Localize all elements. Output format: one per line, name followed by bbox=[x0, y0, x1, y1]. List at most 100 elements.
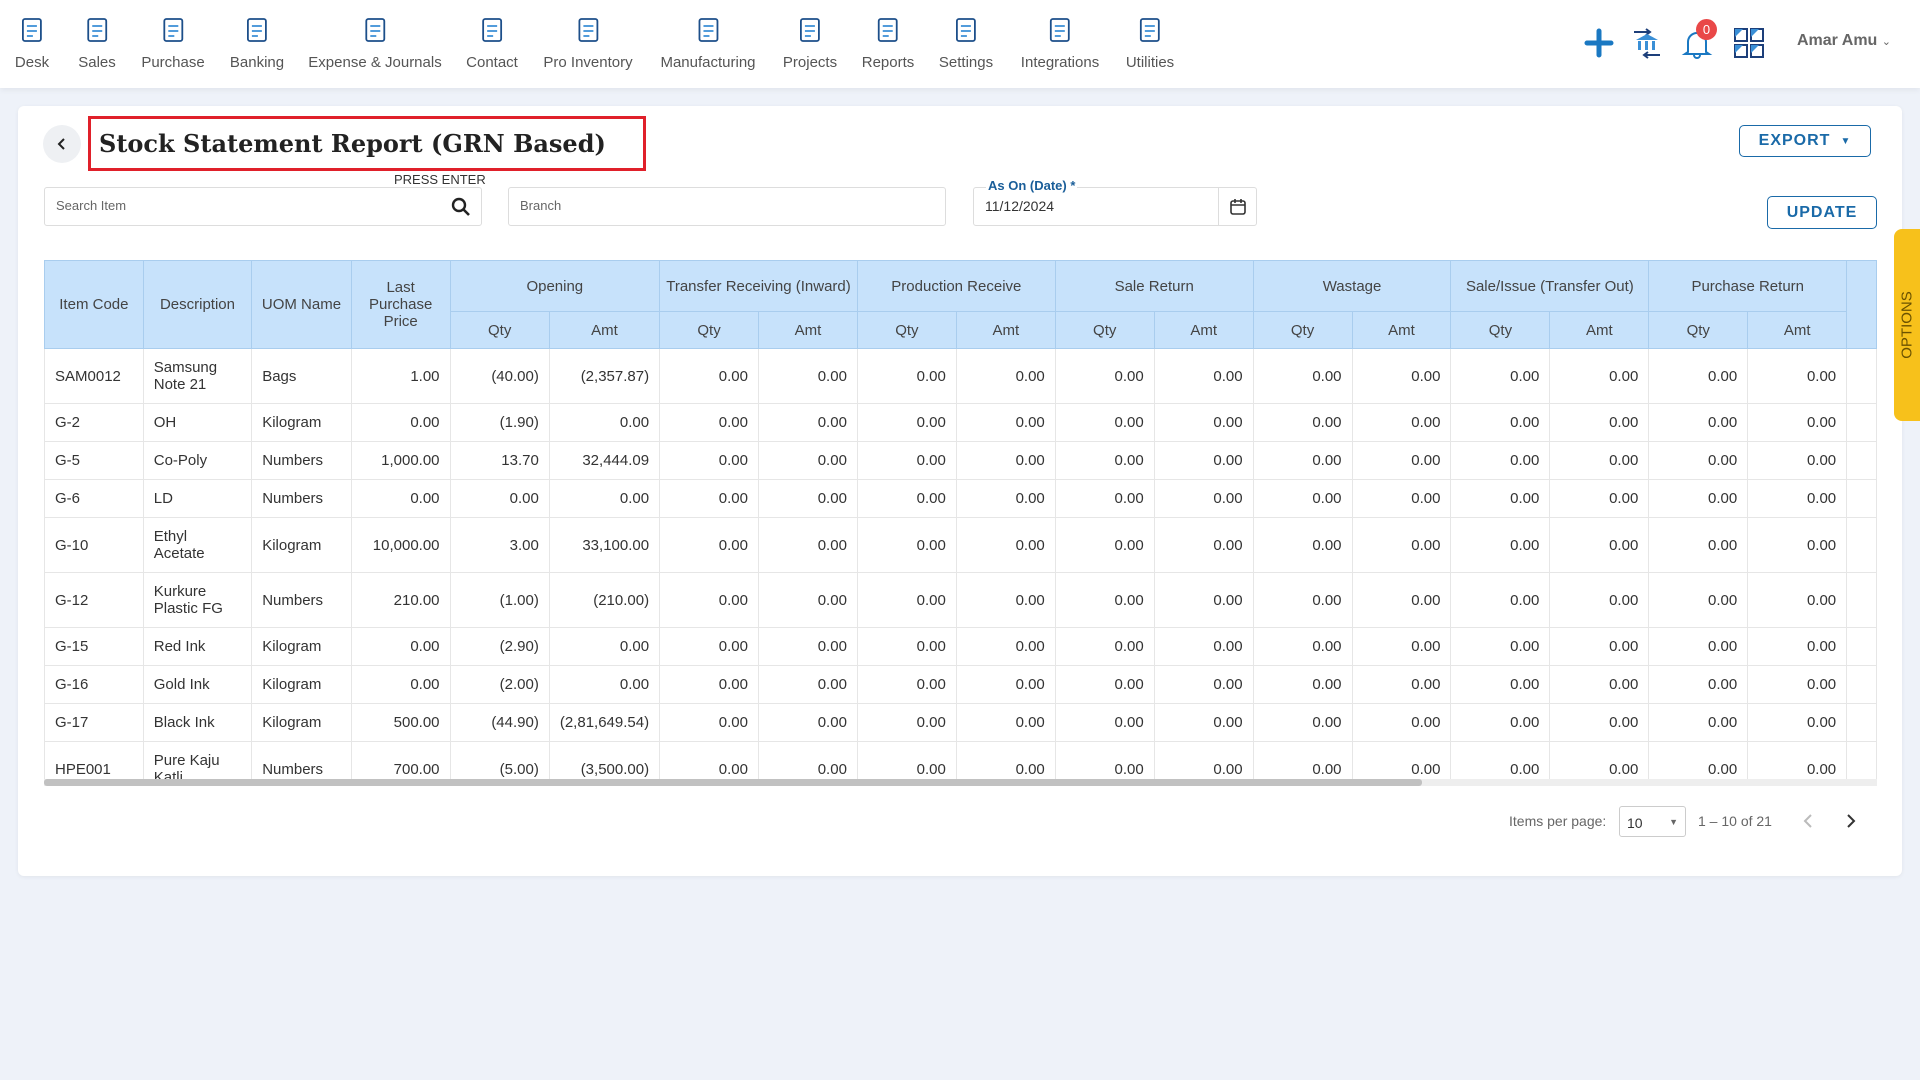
table-cell: G-17 bbox=[44, 703, 144, 742]
utilities-icon bbox=[1140, 18, 1160, 42]
table-cell: 0.00 bbox=[1450, 517, 1551, 573]
back-button[interactable] bbox=[43, 125, 81, 163]
nav-item-settings[interactable]: Settings bbox=[939, 16, 993, 71]
nav-item-contact[interactable]: Contact bbox=[466, 16, 518, 71]
nav-item-projects[interactable]: Projects bbox=[783, 16, 837, 71]
nav-item-label: Contact bbox=[466, 54, 518, 71]
table-cell: 0.00 bbox=[955, 348, 1056, 404]
table-cell: 0.00 bbox=[1054, 572, 1155, 628]
options-tab[interactable]: OPTIONS bbox=[1894, 229, 1920, 421]
column-header: Description bbox=[142, 260, 253, 349]
table-cell: Kurkure Plastic FG bbox=[142, 572, 253, 628]
table-row: G-5 Co-Poly Numbers 1,000.00 13.70 32,444.09 0… bbox=[44, 441, 1877, 480]
table-cell: G-10 bbox=[44, 517, 144, 573]
table-cell: 0.00 bbox=[1747, 665, 1848, 704]
table-cell bbox=[1846, 479, 1877, 518]
nav-item-expense-journals[interactable]: Expense & Journals bbox=[308, 16, 442, 71]
sub-header: Amt bbox=[1351, 311, 1452, 349]
table-cell: 0.00 bbox=[1351, 572, 1452, 628]
table-cell: 0.00 bbox=[1648, 703, 1749, 742]
table-row: G-10 Ethyl Acetate Kilogram 10,000.00 3.00 33… bbox=[44, 517, 1877, 573]
horizontal-scrollbar[interactable] bbox=[44, 779, 1877, 786]
table-cell: Ethyl Acetate bbox=[142, 517, 253, 573]
search-icon[interactable] bbox=[451, 197, 471, 217]
table-cell: 0.00 bbox=[1252, 665, 1353, 704]
sub-header: Amt bbox=[955, 311, 1056, 349]
nav-item-label: Purchase bbox=[141, 54, 205, 71]
plus-icon[interactable] bbox=[1582, 26, 1616, 60]
column-header: UOM Name bbox=[251, 260, 352, 349]
per-page-value: 10 bbox=[1627, 815, 1643, 831]
group-header: Opening bbox=[449, 260, 661, 312]
sub-header: Qty bbox=[1054, 311, 1155, 349]
table-row: G-17 Black Ink Kilogram 500.00 (44.90) (2,81,… bbox=[44, 703, 1877, 742]
prev-page-button[interactable] bbox=[1800, 813, 1816, 829]
table-cell: 0.00 bbox=[548, 627, 661, 666]
table-cell: 0.00 bbox=[1549, 572, 1650, 628]
table-cell: 0.00 bbox=[659, 517, 759, 573]
table-cell: 1.00 bbox=[350, 348, 451, 404]
branch-select[interactable]: Branch bbox=[508, 187, 946, 226]
table-cell: (2.00) bbox=[449, 665, 550, 704]
nav-item-integrations[interactable]: Integrations bbox=[1021, 16, 1099, 71]
table-cell: G-5 bbox=[44, 441, 144, 480]
caret-down-icon: ▼ bbox=[1669, 817, 1678, 827]
nav-item-label: Settings bbox=[938, 54, 994, 71]
table-cell: 0.00 bbox=[1549, 517, 1650, 573]
page-range: 1 – 10 of 21 bbox=[1698, 813, 1772, 829]
next-page-button[interactable] bbox=[1843, 813, 1859, 829]
table-cell: Kilogram bbox=[251, 665, 352, 704]
nav-item-purchase[interactable]: Purchase bbox=[141, 16, 205, 71]
sub-header: Qty bbox=[1252, 311, 1353, 349]
table-cell: 0.00 bbox=[955, 479, 1056, 518]
table-cell: (2,357.87) bbox=[548, 348, 661, 404]
sub-header: Amt bbox=[758, 311, 858, 349]
sub-header: Qty bbox=[1648, 311, 1749, 349]
bank-transfer-icon[interactable] bbox=[1630, 26, 1664, 60]
nav-item-manufacturing[interactable]: Manufacturing bbox=[660, 16, 756, 71]
nav-item-pro-inventory[interactable]: Pro Inventory bbox=[543, 16, 633, 71]
table-cell: 0.00 bbox=[758, 441, 858, 480]
items-per-page-label: Items per page: bbox=[1509, 813, 1607, 829]
table-cell: LD bbox=[142, 479, 253, 518]
table-cell: 0.00 bbox=[1450, 479, 1551, 518]
table-cell: 0.00 bbox=[1153, 627, 1254, 666]
table-cell: Kilogram bbox=[251, 517, 352, 573]
journal-icon bbox=[365, 18, 385, 42]
press-enter-hint: PRESS ENTER bbox=[394, 172, 486, 187]
calendar-button[interactable] bbox=[1218, 188, 1256, 225]
chevron-down-icon: ⌄ bbox=[1881, 36, 1891, 48]
table-cell: 0.00 bbox=[1450, 627, 1551, 666]
table-cell: 0.00 bbox=[1252, 479, 1353, 518]
table-cell: 0.00 bbox=[1153, 703, 1254, 742]
nav-item-utilities[interactable]: Utilities bbox=[1126, 16, 1174, 71]
export-button[interactable]: EXPORT ▼ bbox=[1739, 125, 1871, 157]
nav-item-label: Manufacturing bbox=[660, 54, 756, 71]
group-header: Production Receive bbox=[856, 260, 1056, 312]
table-cell: 0.00 bbox=[1351, 627, 1452, 666]
nav-item-reports[interactable]: Reports bbox=[862, 16, 914, 71]
stock-statement-table: Item Code Description UOM Name Last Purchas… bbox=[44, 260, 1877, 786]
table-cell: 0.00 bbox=[955, 572, 1056, 628]
table-cell: 0.00 bbox=[659, 572, 759, 628]
nav-item-sales[interactable]: Sales bbox=[78, 16, 116, 71]
table-cell: 3.00 bbox=[449, 517, 550, 573]
table-cell: 0.00 bbox=[1054, 703, 1155, 742]
nav-item-banking[interactable]: Banking bbox=[230, 16, 284, 71]
update-button[interactable]: UPDATE bbox=[1767, 196, 1877, 229]
nav-item-desk[interactable]: Desk bbox=[15, 16, 49, 71]
apps-grid-icon[interactable] bbox=[1732, 26, 1766, 60]
table-cell: 0.00 bbox=[1450, 703, 1551, 742]
table-cell: 0.00 bbox=[548, 665, 661, 704]
scrollbar-thumb[interactable] bbox=[44, 779, 1422, 786]
table-cell: 0.00 bbox=[1648, 348, 1749, 404]
user-menu[interactable]: Amar Amu ⌄ bbox=[1797, 32, 1891, 50]
table-cell: 0.00 bbox=[856, 703, 957, 742]
search-input[interactable]: Search Item bbox=[44, 187, 482, 226]
user-name: Amar Amu bbox=[1797, 32, 1878, 49]
table-cell: 0.00 bbox=[856, 348, 957, 404]
items-per-page-select[interactable]: 10 ▼ bbox=[1619, 806, 1686, 837]
table-cell: Black Ink bbox=[142, 703, 253, 742]
export-label: EXPORT bbox=[1758, 132, 1831, 149]
table-cell: 0.00 bbox=[1153, 572, 1254, 628]
